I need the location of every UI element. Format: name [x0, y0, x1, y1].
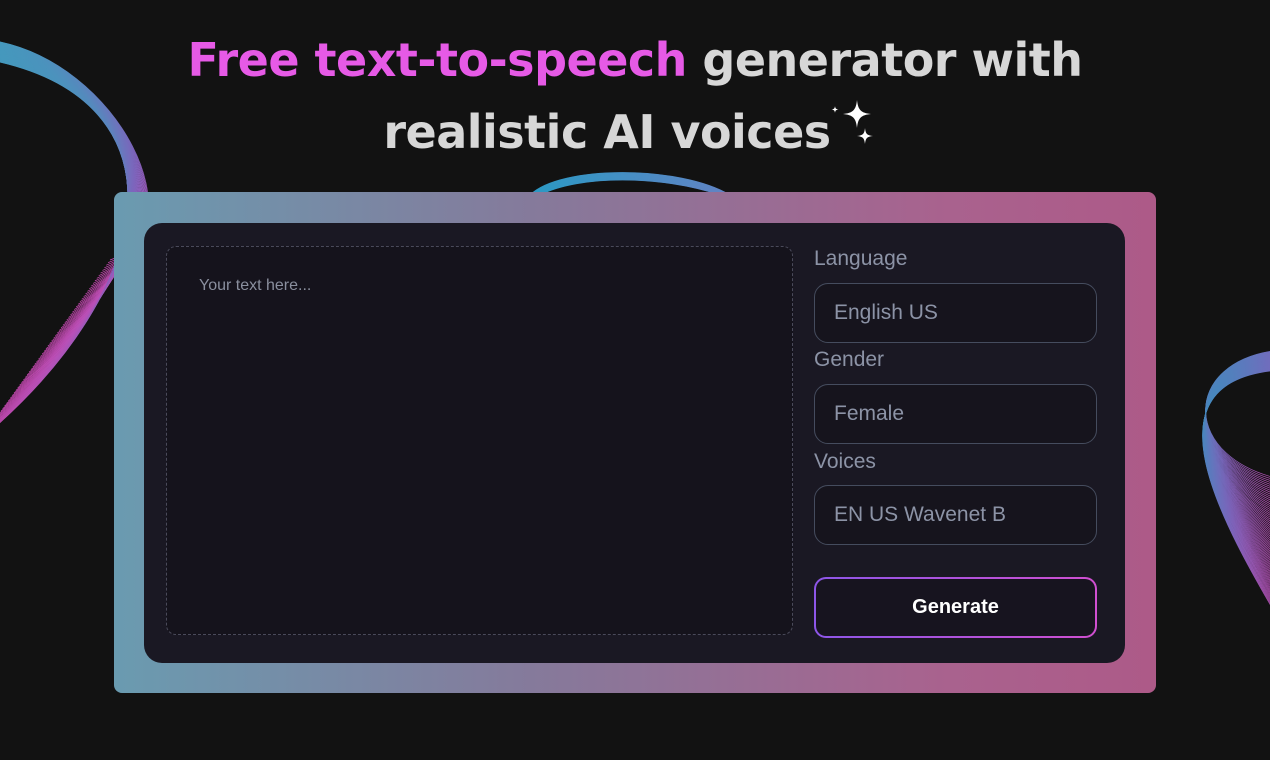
- language-value: English US: [834, 301, 938, 324]
- generate-button[interactable]: Generate: [814, 577, 1097, 638]
- headline-accent: Free text-to-speech: [187, 33, 687, 87]
- gender-value: Female: [834, 402, 905, 425]
- gender-label: Gender: [814, 348, 885, 371]
- tts-form-frame: Language English US Gender Female Voices…: [114, 192, 1156, 693]
- tts-form-panel: Language English US Gender Female Voices…: [144, 223, 1125, 663]
- text-input[interactable]: [167, 247, 792, 634]
- language-select[interactable]: English US: [814, 283, 1097, 343]
- headline-rest: generator with: [686, 33, 1083, 87]
- generate-button-label: Generate: [816, 579, 1095, 636]
- language-label: Language: [814, 247, 908, 270]
- page-headline: Free text-to-speech generator with reali…: [0, 24, 1270, 168]
- headline-line-2-text: realistic AI voices: [383, 105, 831, 159]
- voices-select[interactable]: EN US Wavenet B: [814, 485, 1097, 545]
- gender-select[interactable]: Female: [814, 384, 1097, 444]
- sparkles-icon: [831, 100, 873, 144]
- voices-value: EN US Wavenet B: [834, 503, 1006, 526]
- headline-line-1: Free text-to-speech generator with: [0, 24, 1270, 96]
- headline-line-2: realistic AI voices: [0, 96, 1270, 168]
- text-input-area[interactable]: [166, 246, 793, 635]
- voices-label: Voices: [814, 450, 876, 473]
